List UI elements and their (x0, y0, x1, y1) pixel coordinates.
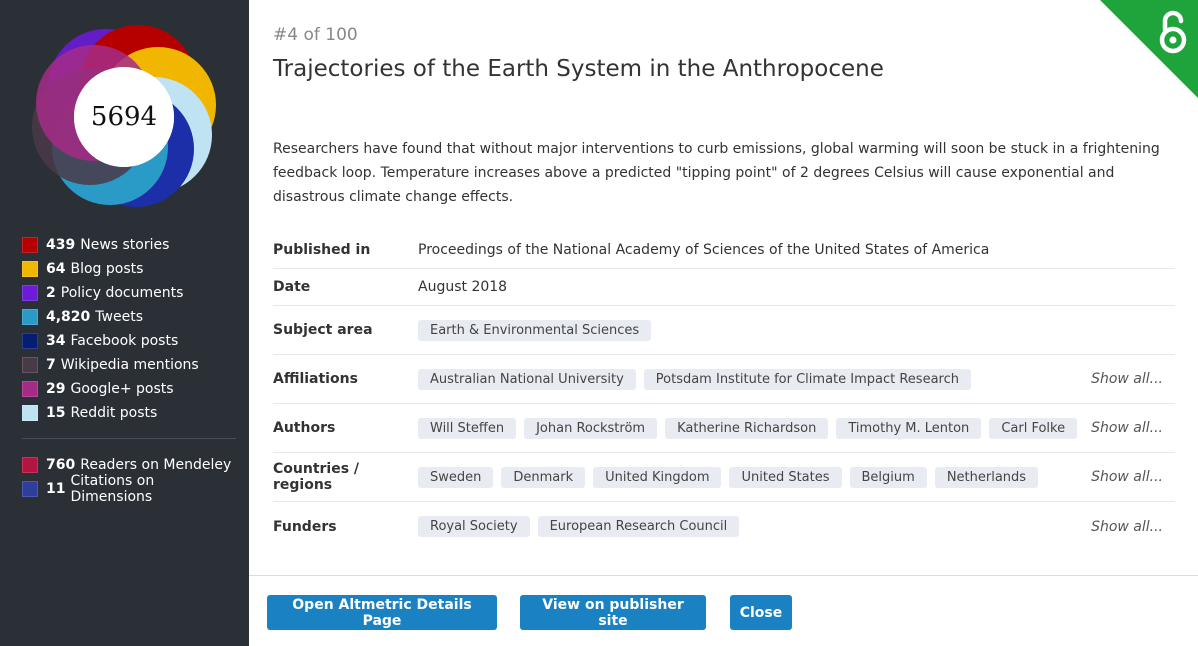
row-label: Published in (273, 242, 371, 258)
stat-count: 11 (46, 481, 66, 497)
funder-tag[interactable]: Royal Society (418, 516, 530, 537)
stat-count: 439 (46, 237, 76, 253)
tag-list: Earth & Environmental Sciences (418, 319, 652, 341)
tag-list: Australian National University Potsdam I… (418, 368, 971, 390)
googleplus-swatch (22, 381, 38, 397)
stat-googleplus: 29 Google+ posts (22, 377, 236, 401)
article-title: Trajectories of the Earth System in the … (273, 56, 884, 82)
stat-label: Wikipedia mentions (60, 357, 199, 373)
stat-label: Blog posts (70, 261, 144, 277)
policy-swatch (22, 285, 38, 301)
country-tag[interactable]: Denmark (501, 466, 586, 488)
article-panel: #4 of 100 Trajectories of the Earth Syst… (249, 0, 1198, 646)
open-details-page-button[interactable]: Open Altmetric Details Page (267, 595, 497, 630)
mendeley-swatch (22, 457, 38, 473)
stat-count: 29 (46, 381, 66, 397)
row-subject-area: Subject area Earth & Environmental Scien… (273, 306, 1175, 355)
affiliation-tag[interactable]: Potsdam Institute for Climate Impact Res… (643, 368, 971, 390)
tweets-swatch (22, 309, 38, 325)
rank-label: #4 of 100 (273, 25, 358, 45)
stat-label: Readers on Mendeley (80, 457, 232, 473)
country-tag[interactable]: Sweden (418, 466, 494, 488)
reddit-swatch (22, 405, 38, 421)
row-affiliations: Affiliations Australian National Univers… (273, 355, 1175, 404)
footer-actions: Open Altmetric Details Page View on publ… (249, 575, 1198, 646)
row-date: Date August 2018 (273, 269, 1175, 306)
author-tag[interactable]: Carl Folke (989, 417, 1078, 439)
stat-label: Google+ posts (70, 381, 174, 397)
tag-list: Sweden Denmark United Kingdom United Sta… (418, 466, 1039, 488)
stat-policy: 2 Policy documents (22, 281, 236, 305)
show-all-countries-link[interactable]: Show all... (1091, 469, 1163, 485)
country-tag[interactable]: Belgium (849, 466, 927, 488)
view-publisher-site-button[interactable]: View on publisher site (520, 595, 706, 630)
author-tag[interactable]: Katherine Richardson (665, 417, 829, 439)
country-tag[interactable]: United Kingdom (593, 466, 722, 488)
subject-tag[interactable]: Earth & Environmental Sciences (418, 319, 652, 341)
stat-count: 64 (46, 261, 66, 277)
show-all-affiliations-link[interactable]: Show all... (1091, 371, 1163, 387)
show-all-funders-link[interactable]: Show all... (1091, 519, 1163, 535)
article-abstract: Researchers have found that without majo… (273, 141, 1160, 205)
stat-label: Tweets (95, 309, 143, 325)
stat-tweets: 4,820 Tweets (22, 305, 236, 329)
country-tag[interactable]: United States (729, 466, 842, 488)
stat-blogs: 64 Blog posts (22, 257, 236, 281)
open-access-lock-icon (1100, 0, 1198, 98)
stat-label: Citations on Dimensions (70, 473, 155, 505)
country-tag[interactable]: Netherlands (934, 466, 1039, 488)
row-published-in: Published in Proceedings of the National… (273, 232, 1175, 269)
blogs-swatch (22, 261, 38, 277)
stat-wikipedia: 7 Wikipedia mentions (22, 353, 236, 377)
publication-date: August 2018 (418, 279, 508, 295)
tag-list: Royal Society European Research Council (418, 516, 740, 537)
row-authors: Authors Will Steffen Johan Rockström Kat… (273, 404, 1175, 453)
close-button[interactable]: Close (730, 595, 792, 630)
facebook-swatch (22, 333, 38, 349)
affiliation-tag[interactable]: Australian National University (418, 368, 636, 390)
tag-list: Will Steffen Johan Rockström Katherine R… (418, 417, 1078, 439)
stat-dimensions: 11 Citations on Dimensions (22, 473, 236, 505)
news-swatch (22, 237, 38, 253)
stat-label: Reddit posts (70, 405, 158, 421)
row-label: Date (273, 279, 311, 295)
journal-name: Proceedings of the National Academy of S… (418, 242, 990, 258)
row-label: Countries / regions (273, 461, 360, 493)
stat-reddit: 15 Reddit posts (22, 401, 236, 425)
altmetric-score: 5694 (74, 67, 174, 167)
row-funders: Funders Royal Society European Research … (273, 502, 1175, 551)
stat-label: Policy documents (60, 285, 184, 301)
stat-label: Facebook posts (70, 333, 179, 349)
show-all-authors-link[interactable]: Show all... (1091, 420, 1163, 436)
author-tag[interactable]: Timothy M. Lenton (836, 417, 982, 439)
stat-count: 34 (46, 333, 66, 349)
author-tag[interactable]: Will Steffen (418, 417, 517, 439)
stat-count: 15 (46, 405, 66, 421)
stats-divider (22, 438, 236, 439)
details-table: Published in Proceedings of the National… (273, 232, 1175, 551)
row-countries: Countries / regions Sweden Denmark Unite… (273, 453, 1175, 502)
row-label: Affiliations (273, 371, 358, 387)
row-label: Subject area (273, 322, 373, 338)
stat-facebook: 34 Facebook posts (22, 329, 236, 353)
wikipedia-swatch (22, 357, 38, 373)
stat-count: 4,820 (46, 309, 91, 325)
row-label: Authors (273, 420, 336, 436)
sidebar: 5694 439 News stories 64 Blog posts 2 Polic… (0, 0, 249, 646)
dimensions-swatch (22, 481, 38, 497)
stat-label: News stories (80, 237, 170, 253)
author-tag[interactable]: Johan Rockström (524, 417, 658, 439)
stat-news: 439 News stories (22, 233, 236, 257)
row-label: Funders (273, 518, 337, 535)
stat-count: 7 (46, 357, 56, 373)
attention-stats: 439 News stories 64 Blog posts 2 Policy doc… (22, 233, 236, 505)
stat-count: 760 (46, 457, 76, 473)
stat-count: 2 (46, 285, 56, 301)
funder-tag[interactable]: European Research Council (537, 516, 740, 537)
